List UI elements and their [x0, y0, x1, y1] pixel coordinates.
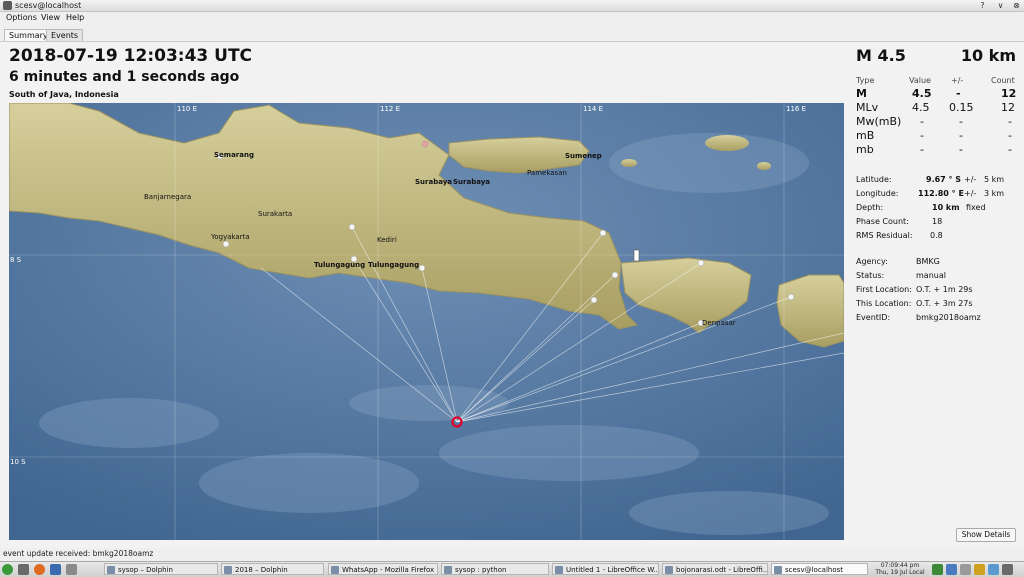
col-type: Type: [856, 76, 875, 85]
small-island-a: [621, 159, 637, 167]
agency-row: Agency: BMKG: [856, 257, 940, 266]
app-icon: [3, 1, 12, 10]
first-location-row: First Location: O.T. + 1m 29s: [856, 285, 973, 294]
minimize-icon[interactable]: ∨: [995, 0, 1006, 11]
menu-bar: Options View Help: [0, 11, 1024, 25]
svg-text:10 S: 10 S: [10, 458, 26, 466]
help-icon[interactable]: ?: [977, 0, 988, 11]
city-tulungagung: Tulungagung: [314, 261, 365, 269]
start-menu-icon[interactable]: [2, 564, 13, 575]
this-location-row: This Location: O.T. + 3m 27s: [856, 299, 973, 308]
menu-help[interactable]: Help: [66, 13, 84, 22]
magnitude-row: M 4.5 - 12: [856, 87, 1017, 100]
clock-time: 07:09:44 pm: [880, 562, 920, 569]
city-banjarnegara: Banjarnegara: [144, 193, 191, 201]
svg-text:114 E: 114 E: [583, 105, 603, 113]
origin-time: 2018-07-19 12:03:43 UTC: [9, 46, 253, 66]
city-kediri: Kediri: [377, 236, 397, 244]
svg-text:8 S: 8 S: [10, 256, 22, 264]
kangean-island: [705, 135, 749, 151]
station-marker: [599, 229, 607, 237]
city-surabaya: Surabaya: [415, 178, 452, 186]
magnitude-row: Mw(mB) - - -: [856, 115, 1012, 128]
taskbar: sysop – Dolphin 2018 – Dolphin WhatsApp …: [0, 561, 1024, 577]
terminal-icon[interactable]: [50, 564, 61, 575]
station-marker: [787, 293, 795, 301]
small-island-b: [757, 162, 771, 170]
col-count: Count: [991, 76, 1015, 85]
event-id-row: EventID: bmkg2018oamz: [856, 313, 981, 322]
status-row: Status: manual: [856, 271, 946, 280]
event-map[interactable]: 110 E 112 E 114 E 116 E 8 S 10 S Semaran…: [9, 103, 844, 540]
region-name: South of Java, Indonesia: [9, 90, 119, 99]
tray-icon[interactable]: [960, 564, 971, 575]
status-message: event update received: bmkg2018oamz: [3, 549, 154, 558]
city-denpasar: Denpasar: [702, 319, 736, 327]
tray-icon[interactable]: [974, 564, 985, 575]
taskbar-item-firefox[interactable]: WhatsApp - Mozilla Firefox: [328, 563, 438, 575]
menu-options[interactable]: Options: [6, 13, 37, 22]
menu-view[interactable]: View: [41, 13, 60, 22]
svg-text:116 E: 116 E: [786, 105, 806, 113]
magnitude-row: MLv 4.5 0.15 12: [856, 101, 1015, 114]
launcher-icon[interactable]: [18, 564, 29, 575]
tab-bar: Summary Events: [0, 27, 1024, 42]
tray-icon[interactable]: [932, 564, 943, 575]
station-marker-square: [633, 249, 640, 262]
city-surakarta: Surakarta: [258, 210, 292, 218]
station-marker: [590, 296, 598, 304]
station-marker: [611, 271, 619, 279]
longitude-row: Longitude: 112.80 ° E +/- 3 km: [856, 189, 1005, 198]
city-sumenep: Sumenep: [565, 152, 602, 160]
taskbar-item-libreoffice-bojonarasi[interactable]: bojonarasi.odt - LibreOffi...: [662, 563, 768, 575]
window-title: scesv@localhost: [15, 1, 82, 10]
close-icon[interactable]: ⊗: [1011, 0, 1022, 11]
rms-row: RMS Residual: 0.8: [856, 231, 943, 240]
files-icon[interactable]: [66, 564, 77, 575]
show-details-button[interactable]: Show Details: [956, 528, 1016, 542]
taskbar-item-dolphin-2018[interactable]: 2018 – Dolphin: [221, 563, 324, 575]
time-ago: 6 minutes and 1 seconds ago: [9, 69, 240, 85]
taskbar-item-libreoffice-untitled[interactable]: Untitled 1 - LibreOffice W...: [552, 563, 659, 575]
station-marker: [222, 240, 230, 248]
station-marker: [418, 264, 426, 272]
svg-text:112 E: 112 E: [380, 105, 400, 113]
city-semarang: Semarang: [214, 151, 254, 159]
taskbar-item-dolphin-sysop[interactable]: sysop – Dolphin: [104, 563, 218, 575]
taskbar-item-python[interactable]: sysop : python: [441, 563, 549, 575]
clock-date: Thu, 19 Jul Local: [875, 569, 925, 576]
tray-icon[interactable]: [1002, 564, 1013, 575]
tray-icon[interactable]: [946, 564, 957, 575]
col-value: Value: [909, 76, 931, 85]
taskbar-clock[interactable]: 07:09:44 pm Thu, 19 Jul Local: [872, 562, 928, 577]
magnitude-row: mb - - -: [856, 143, 1012, 156]
firefox-icon[interactable]: [34, 564, 45, 575]
latitude-row: Latitude: 9.67 ° S +/- 5 km: [856, 175, 1005, 184]
magnitude-header: M 4.5: [856, 46, 906, 65]
city-pamekasan: Pamekasan: [527, 169, 567, 177]
magnitude-row: mB - - -: [856, 129, 1012, 142]
depth-header: 10 km: [960, 46, 1016, 65]
col-pm: +/-: [951, 76, 964, 85]
city-tulungagung-2: Tulungagung: [368, 261, 419, 269]
svg-text:110 E: 110 E: [177, 105, 197, 113]
station-marker: [697, 259, 705, 267]
station-marker: [348, 223, 356, 231]
taskbar-item-scesv[interactable]: scesv@localhost: [771, 563, 868, 575]
phase-count-row: Phase Count: 18: [856, 217, 943, 226]
city-yogyakarta: Yogyakarta: [210, 233, 250, 241]
station-marker: [421, 140, 429, 148]
tray-icon[interactable]: [988, 564, 999, 575]
city-surabaya-2: Surabaya: [453, 178, 490, 186]
depth-row: Depth: 10 km fixed: [856, 203, 986, 212]
